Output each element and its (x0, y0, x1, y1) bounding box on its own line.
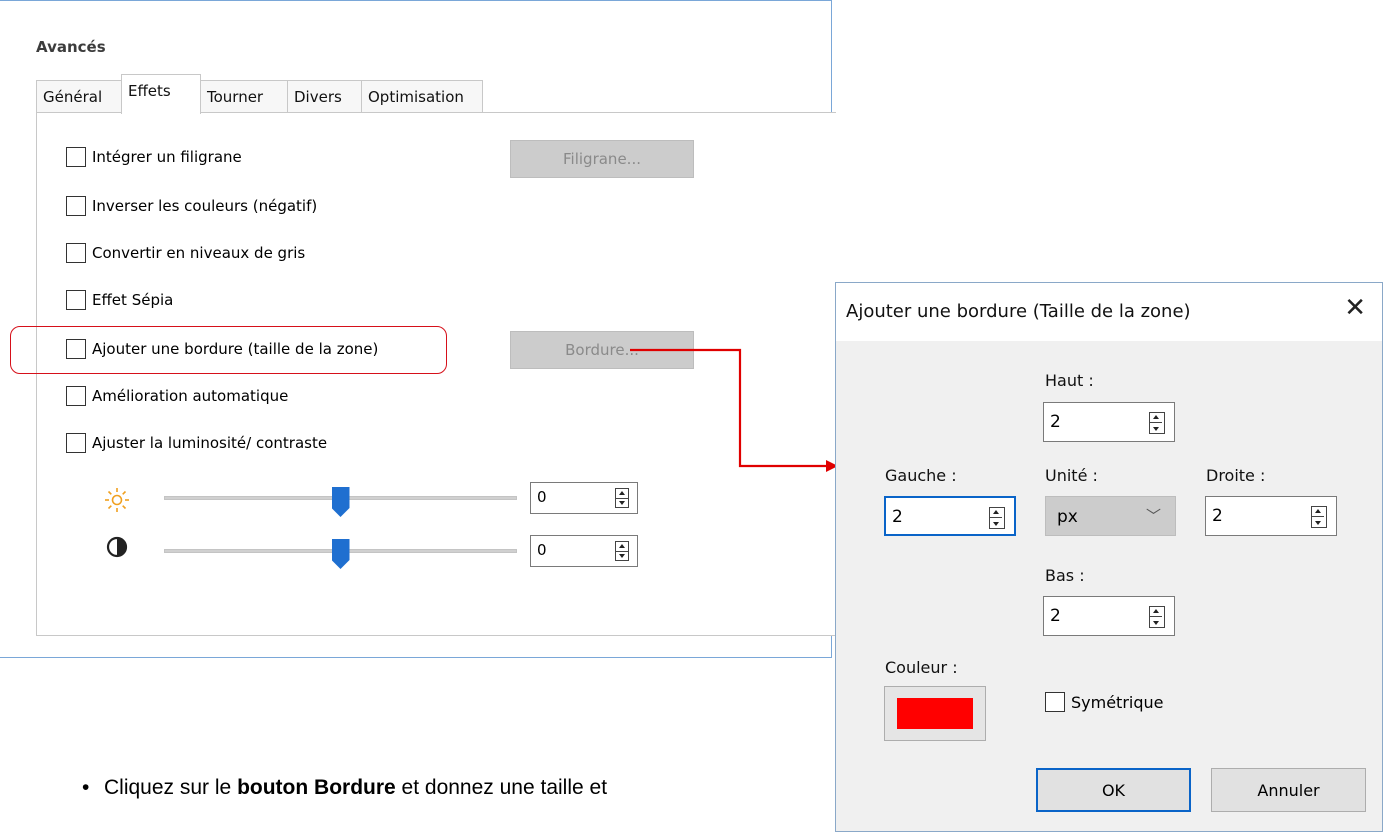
caption-suffix: et donnez une taille et (395, 776, 608, 799)
chevron-down-icon: ﹀ (1145, 507, 1161, 525)
bottom-label: Bas : (1045, 566, 1085, 585)
spin-arrows-icon[interactable] (1149, 412, 1165, 434)
top-value: 2 (1050, 412, 1061, 432)
bottom-value: 2 (1050, 606, 1061, 626)
symmetric-checkbox[interactable] (1045, 692, 1065, 712)
symmetric-option[interactable]: Symétrique (1045, 692, 1164, 712)
bottom-spinbox[interactable]: 2 (1043, 596, 1175, 636)
top-spinbox[interactable]: 2 (1043, 402, 1175, 442)
bullet-icon: • (82, 776, 90, 799)
symmetric-label: Symétrique (1071, 692, 1164, 712)
ok-button[interactable]: OK (1036, 768, 1191, 812)
cancel-button[interactable]: Annuler (1211, 768, 1366, 812)
unit-value: px (1057, 507, 1078, 527)
right-spinbox[interactable]: 2 (1205, 496, 1337, 536)
caption-bold: bouton Bordure (237, 776, 396, 799)
left-spinbox[interactable]: 2 (884, 496, 1016, 536)
dialog-titlebar: Ajouter une bordure (Taille de la zone) … (836, 283, 1382, 341)
spin-arrows-icon[interactable] (1149, 606, 1165, 628)
caption-line: Cliquez sur le bouton Bordure et donnez … (104, 776, 607, 800)
tab-effets[interactable]: Effets (121, 74, 201, 114)
color-swatch (897, 698, 973, 729)
left-label: Gauche : (885, 466, 957, 485)
color-label: Couleur : (885, 658, 958, 677)
color-picker-button[interactable] (884, 686, 986, 741)
spin-arrows-icon[interactable] (1311, 506, 1327, 528)
unit-label: Unité : (1045, 466, 1098, 485)
unit-select[interactable]: px ﹀ (1045, 496, 1176, 536)
right-value: 2 (1212, 506, 1223, 526)
spin-arrows-icon[interactable] (989, 507, 1005, 529)
right-label: Droite : (1206, 466, 1266, 485)
dialog-title: Ajouter une bordure (Taille de la zone) (846, 301, 1191, 322)
caption-prefix: Cliquez sur le (104, 776, 238, 799)
top-label: Haut : (1045, 371, 1094, 390)
close-icon[interactable]: ✕ (1344, 295, 1366, 321)
left-value: 2 (892, 507, 903, 527)
border-dialog: Ajouter une bordure (Taille de la zone) … (835, 282, 1383, 832)
